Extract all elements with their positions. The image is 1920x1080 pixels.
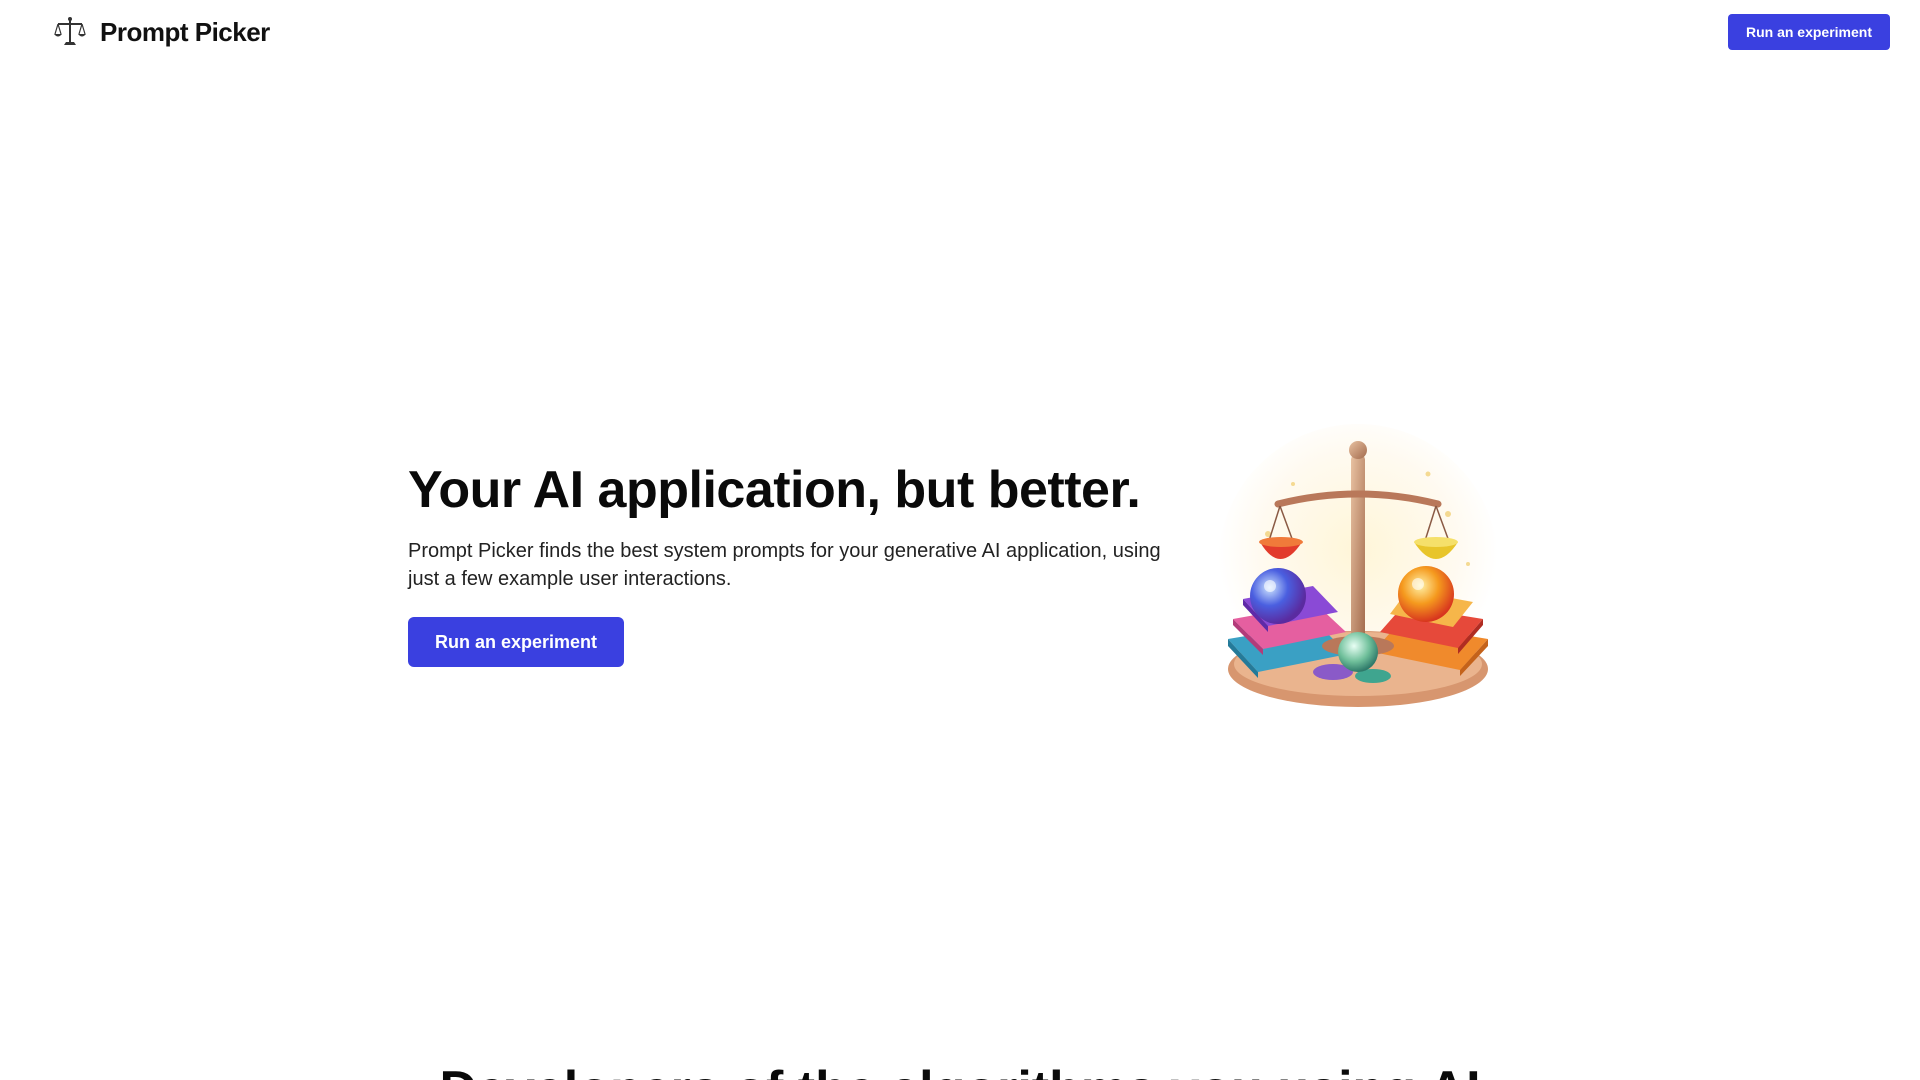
hero-section: Your AI application, but better. Prompt … <box>408 461 1188 668</box>
next-section-heading: Developers of the algorithms you using A… <box>0 1061 1920 1080</box>
brand-link[interactable]: Prompt Picker <box>52 14 270 50</box>
landing-page: Prompt Picker Run an experiment Your AI … <box>0 0 1920 1080</box>
header-run-experiment-button[interactable]: Run an experiment <box>1727 14 1890 50</box>
scales-icon <box>52 14 88 50</box>
hero-title: Your AI application, but better. <box>408 461 1141 519</box>
hero-subtitle: Prompt Picker finds the best system prom… <box>408 540 1161 591</box>
top-nav: Prompt Picker Run an experiment <box>0 0 1920 64</box>
brand-name: Prompt Picker <box>100 16 270 47</box>
hero-run-experiment-button[interactable]: Run an experiment <box>408 617 625 668</box>
scales-of-justice-illustration <box>1198 414 1518 734</box>
